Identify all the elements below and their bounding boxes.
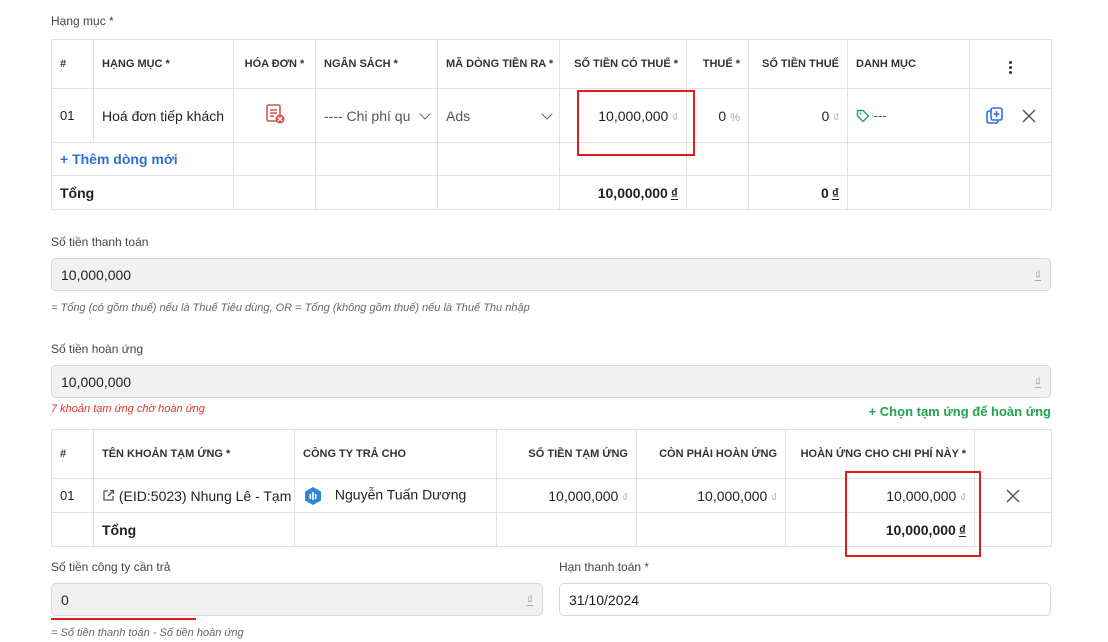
row-actions <box>969 88 1052 143</box>
remove-advance-button[interactable] <box>974 478 1052 513</box>
total-label: Tổng <box>51 175 234 210</box>
percent-unit: % <box>730 111 740 124</box>
cashflow-select[interactable]: Ads <box>437 88 560 143</box>
cashflow-value: Ads <box>446 107 471 124</box>
col-category: DANH MỤC <box>847 39 970 89</box>
row-index: 01 <box>51 88 94 143</box>
col-index: # <box>51 39 94 89</box>
table-row: 01 Hoá đơn tiếp khách ---- Chi phí qu Ad… <box>51 88 1052 143</box>
payee-cell: Nguyễn Tuấn Dương <box>294 478 497 513</box>
refund-amount-field[interactable]: 10,000,000 ₫ <box>51 365 1051 398</box>
remaining-amount-value: 10,000,000 <box>697 487 768 504</box>
col-amount: SỐ TIỀN CÓ THUẾ * <box>559 39 687 89</box>
col-budget: NGÂN SÁCH * <box>315 39 438 89</box>
advance-amount-value: 10,000,000 <box>548 487 619 504</box>
company-pay-note: = Số tiền thanh toán - Số tiền hoàn ứng <box>51 627 244 639</box>
payment-note: = Tổng (có gồm thuế) nếu là Thuế Tiêu dù… <box>51 302 530 314</box>
currency-unit: ₫ <box>771 491 777 504</box>
advance-name: (EID:5023) Nhung Lê - Tạm <box>118 487 292 504</box>
add-row-cell: + Thêm dòng mới <box>51 142 234 176</box>
company-pay-label: Số tiền công ty cần trả <box>51 560 171 574</box>
currency-unit: ₫ <box>1034 267 1041 282</box>
due-date-value: 31/10/2024 <box>569 591 640 608</box>
company-logo-icon <box>305 486 321 505</box>
payment-amount-value: 10,000,000 <box>61 266 132 283</box>
col-cashflow: MÃ DÒNG TIỀN RA * <box>437 39 560 89</box>
advance-amount: 10,000,000 ₫ <box>496 478 637 513</box>
company-pay-value: 0 <box>61 591 69 608</box>
close-icon[interactable] <box>1006 489 1020 503</box>
chevron-down-icon <box>541 107 553 120</box>
items-table-header: # HẠNG MỤC * HÓA ĐƠN * NGÂN SÁCH * MÃ DÒ… <box>51 39 1052 89</box>
col-tax-amount: SỐ TIỀN THUẾ <box>748 39 848 89</box>
invoice-missing-icon[interactable] <box>264 103 286 125</box>
tax-amount-input[interactable]: 0 ₫ <box>748 88 848 143</box>
close-icon[interactable] <box>1022 109 1036 123</box>
column-menu-button[interactable] <box>969 39 1052 89</box>
duplicate-icon[interactable] <box>985 106 1005 126</box>
payee-name: Nguyễn Tuấn Dương <box>334 486 467 503</box>
row-index: 01 <box>51 478 94 513</box>
amount-highlight <box>577 90 695 156</box>
refund-highlight <box>845 471 981 557</box>
total-amount-value: 10,000,000 <box>597 184 668 201</box>
items-section-label: Hạng mục * <box>51 14 114 28</box>
external-link-icon[interactable] <box>102 489 115 502</box>
choose-advance-button[interactable]: + Chọn tạm ứng để hoàn ứng <box>869 404 1051 419</box>
col-tax: THUẾ * <box>686 39 749 89</box>
add-row: + Thêm dòng mới <box>51 142 1052 176</box>
total-tax-value: 0 <box>821 184 829 201</box>
currency-unit: ₫ <box>622 491 628 504</box>
items-table: # HẠNG MỤC * HÓA ĐƠN * NGÂN SÁCH * MÃ DÒ… <box>51 39 1052 210</box>
remaining-amount: 10,000,000 ₫ <box>636 478 786 513</box>
currency-unit: ₫ <box>670 184 678 201</box>
total-tax: 0 ₫ <box>748 175 848 210</box>
total-amount: 10,000,000 ₫ <box>559 175 687 210</box>
item-name-input[interactable]: Hoá đơn tiếp khách <box>93 88 234 143</box>
col-index: # <box>51 429 94 479</box>
currency-unit: ₫ <box>833 111 839 124</box>
refund-label: Số tiền hoàn ứng <box>51 342 144 356</box>
chevron-down-icon <box>419 107 431 120</box>
advance-name-link[interactable]: (EID:5023) Nhung Lê - Tạm <box>93 478 295 513</box>
tag-icon <box>856 110 870 123</box>
category-value: --- <box>873 107 887 123</box>
more-vertical-icon[interactable] <box>1009 60 1012 74</box>
category-select[interactable]: --- <box>847 88 970 143</box>
company-pay-field[interactable]: 0 ₫ <box>51 583 543 616</box>
company-pay-underline <box>51 618 196 620</box>
col-remaining: CÒN PHẢI HOÀN ỨNG <box>636 429 786 479</box>
budget-value: ---- Chi phí qu <box>324 107 411 124</box>
col-advance-name: TÊN KHOẢN TẠM ỨNG * <box>93 429 295 479</box>
tax-input[interactable]: 0% <box>686 88 749 143</box>
payment-amount-field[interactable]: 10,000,000 ₫ <box>51 258 1051 291</box>
col-item: HẠNG MỤC * <box>93 39 234 89</box>
items-total-row: Tổng 10,000,000 ₫ 0 ₫ <box>51 175 1052 210</box>
tax-value: 0 <box>718 107 727 124</box>
currency-unit: ₫ <box>831 184 839 201</box>
invoice-cell[interactable] <box>233 88 316 143</box>
currency-unit: ₫ <box>1034 374 1041 389</box>
payment-label: Số tiền thanh toán <box>51 235 149 249</box>
col-payee: CÔNG TY TRẢ CHO <box>294 429 497 479</box>
col-invoice: HÓA ĐƠN * <box>233 39 316 89</box>
tax-amount-value: 0 <box>821 107 830 124</box>
refund-amount-value: 10,000,000 <box>61 373 132 390</box>
pending-advances-note: 7 khoản tạm ứng chờ hoàn ứng <box>51 403 205 415</box>
currency-unit: ₫ <box>526 592 533 607</box>
add-row-button[interactable]: + Thêm dòng mới <box>60 151 178 167</box>
advance-total-label: Tổng <box>93 512 295 547</box>
due-date-input[interactable]: 31/10/2024 <box>559 583 1051 616</box>
due-date-label: Hạn thanh toán * <box>559 560 650 574</box>
col-advance-amount: SỐ TIỀN TẠM ỨNG <box>496 429 637 479</box>
budget-select[interactable]: ---- Chi phí qu <box>315 88 438 143</box>
